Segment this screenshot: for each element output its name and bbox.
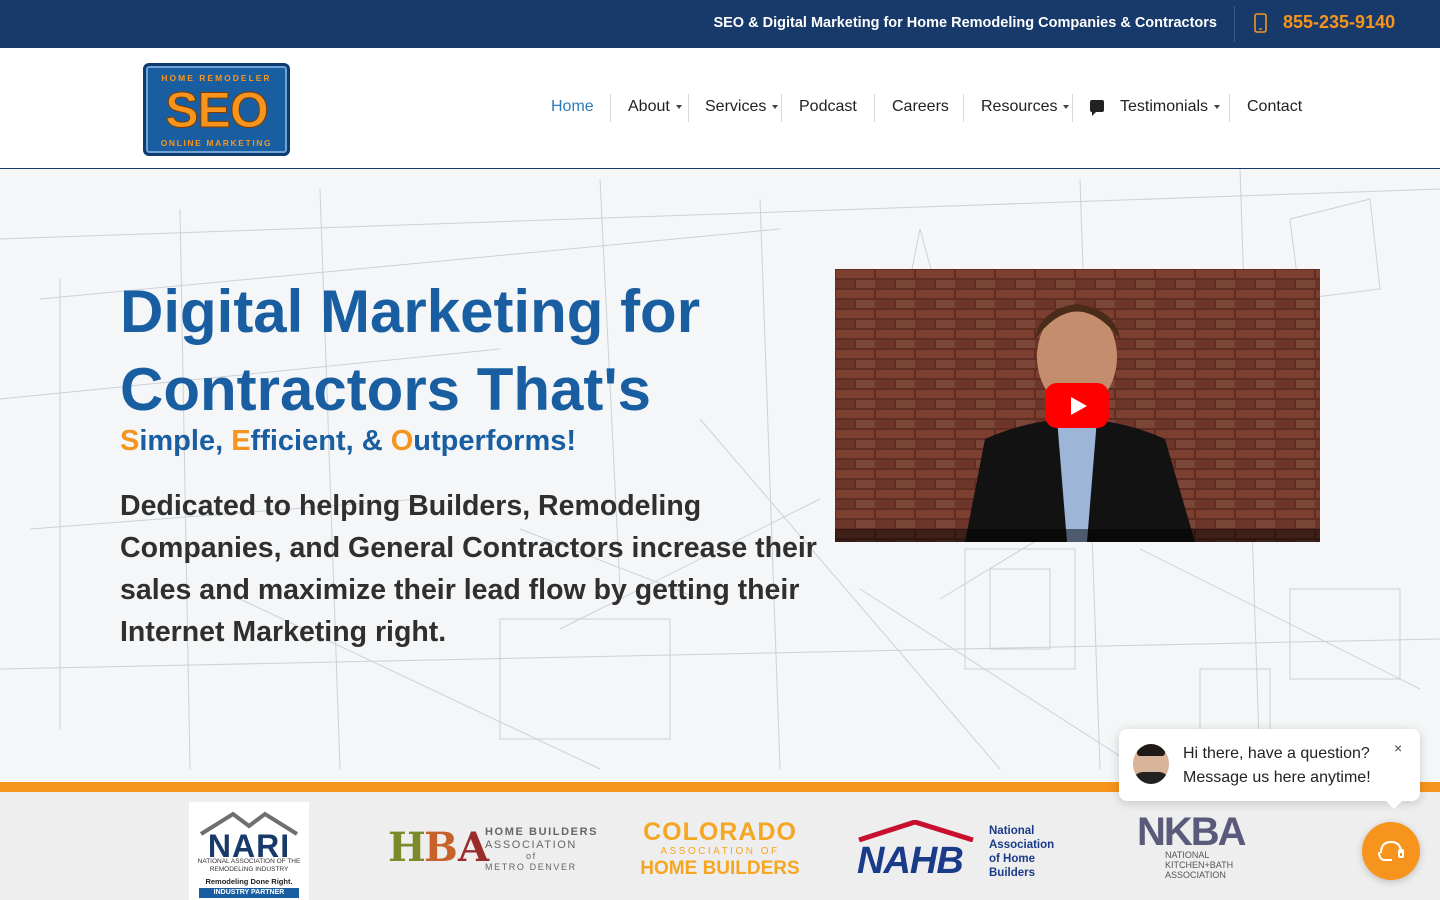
hero-description: Dedicated to helping Builders, Remodelin… [120,490,817,648]
chat-line-2: Message us here anytime! [1183,769,1371,786]
nav-home[interactable]: Home [551,96,594,118]
chevron-down-icon [675,104,682,109]
nav-separator [688,94,689,122]
top-bar-separator [1234,6,1235,42]
top-bar-tagline: SEO & Digital Marketing for Home Remodel… [713,15,1217,31]
nav-resources[interactable]: Resources [981,96,1070,118]
chevron-down-icon [1063,104,1070,109]
colorado-hba-logo[interactable]: COLORADO ASSOCIATION OF HOME BUILDERS [639,818,801,879]
youtube-play-icon[interactable] [1045,383,1109,428]
nkba-logo[interactable]: NKBA NATIONAL KITCHEN+BATH ASSOCIATION [1137,810,1247,884]
close-icon[interactable]: × [1394,741,1406,755]
logo-bottom-text: ONLINE MARKETING [160,138,273,148]
chat-support-icon [1378,840,1404,861]
chat-bubble-icon [1090,100,1104,116]
nav-separator [963,94,964,122]
nav-separator [610,94,611,122]
mobile-phone-icon [1254,13,1267,33]
chevron-down-icon [772,104,779,109]
chat-line-1: Hi there, have a question? [1183,745,1370,762]
roof-icon [858,820,974,842]
hero-section: Digital Marketing for Contractors That's… [0,169,1440,782]
chevron-down-icon [1214,104,1221,109]
nav-separator [1229,94,1230,122]
phone-link[interactable]: 855-235-9140 [1283,12,1395,33]
chat-launcher-button[interactable] [1362,822,1420,880]
partner-logos: NARI NATIONAL ASSOCIATION OF THE REMODEL… [0,792,1440,900]
nav-services[interactable]: Services [705,96,779,118]
nav-separator [1072,94,1073,122]
logo-big-text: SEO [165,82,270,139]
hba-logo[interactable]: H B A HOME BUILDERS ASSOCIATION of METRO… [388,822,596,874]
nav-separator [874,94,875,122]
site-header: HOME REMODELER SEO ONLINE MARKETING Home… [0,48,1440,169]
hero-heading: Digital Marketing for Contractors That's [120,278,701,423]
chat-popup[interactable]: Hi there, have a question? Message us he… [1119,729,1420,809]
nav-about[interactable]: About [628,96,682,118]
nari-logo[interactable]: NARI NATIONAL ASSOCIATION OF THE REMODEL… [189,802,309,900]
nav-separator [781,94,782,122]
top-bar: SEO & Digital Marketing for Home Remodel… [0,0,1440,48]
site-logo[interactable]: HOME REMODELER SEO ONLINE MARKETING [143,63,290,156]
nav-careers[interactable]: Careers [892,96,949,118]
nav-podcast[interactable]: Podcast [799,96,857,118]
avatar [1133,744,1169,784]
nav-contact[interactable]: Contact [1247,96,1302,118]
intro-video[interactable] [835,269,1320,542]
hero-tagline: Simple, Efficient, & Outperforms! [120,425,577,457]
nav-testimonials[interactable]: Testimonials [1090,96,1221,118]
nahb-logo[interactable]: NAHB National Association of Home Builde… [857,820,1057,882]
